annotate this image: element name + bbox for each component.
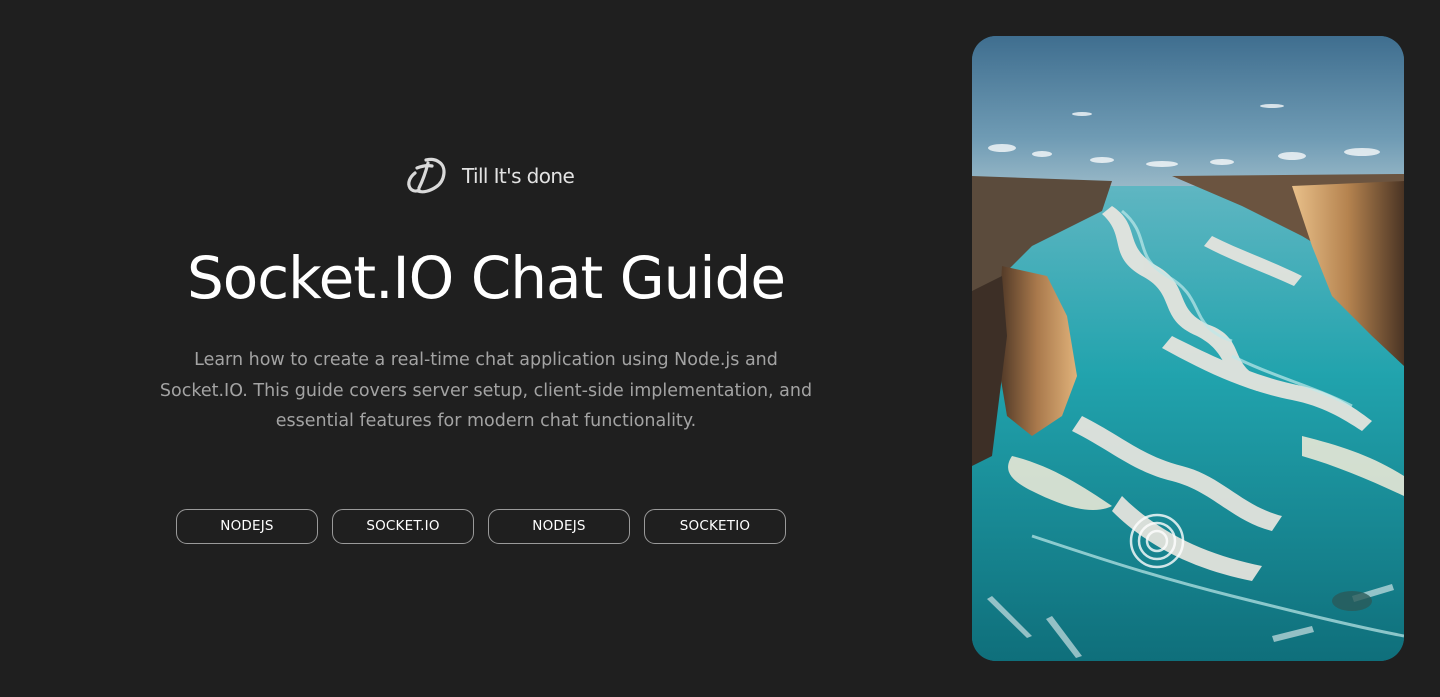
aerial-river-canyon-image xyxy=(972,36,1404,661)
page-description: Learn how to create a real-time chat app… xyxy=(159,350,813,431)
brand-name: Till It's done xyxy=(462,164,575,188)
tag-button-socketio[interactable]: SOCKETIO xyxy=(644,509,786,544)
tag-button-nodejs-2[interactable]: NODEJS xyxy=(488,509,630,544)
td-monogram-logo-icon xyxy=(407,157,446,194)
tag-list: NODEJS SOCKET.IO NODEJS SOCKETIO xyxy=(176,509,786,544)
page: Till It's done Socket.IO Chat Guide Lear… xyxy=(0,0,1440,697)
tag-button-nodejs[interactable]: NODEJS xyxy=(176,509,318,544)
brand[interactable]: Till It's done xyxy=(404,155,575,197)
page-title: Socket.IO Chat Guide xyxy=(186,244,786,312)
tag-button-socket-io[interactable]: SOCKET.IO xyxy=(332,509,474,544)
hero-image xyxy=(972,36,1404,661)
content-panel: Till It's done Socket.IO Chat Guide Lear… xyxy=(0,0,972,697)
